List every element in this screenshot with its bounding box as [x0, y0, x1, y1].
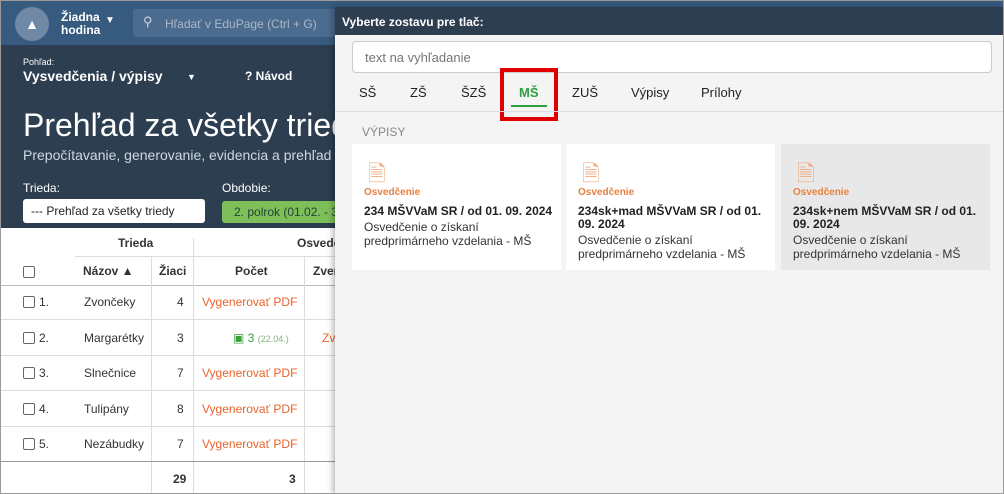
classes-table: Trieda Osvedčenie Názov ▲ Žiaci Počet Zv…	[1, 228, 335, 493]
row-number: 4.	[39, 402, 50, 416]
student-count: 7	[177, 437, 184, 451]
pdf-date: (22.04.)	[257, 334, 289, 344]
row-number: 5.	[39, 437, 50, 451]
column-published[interactable]: Zverejnené	[313, 264, 335, 278]
current-hour-label[interactable]: Žiadna hodina	[61, 11, 105, 37]
highlight-box	[500, 68, 558, 121]
app-frame: ▲ Žiadna hodina ▼ ⚲ Hľadať v EduPage (Ct…	[0, 0, 1004, 494]
generate-pdf-link[interactable]: Vygenerovať PDF	[202, 437, 297, 451]
dialog-title: Vyberte zostavu pre tlač:	[342, 15, 484, 29]
report-card[interactable]: 🗎 Osvedčenie 234 MŠVVaM SR / od 01. 09. …	[352, 144, 561, 270]
tab-attachments[interactable]: Prílohy	[701, 85, 741, 100]
help-icon: ?	[245, 69, 256, 83]
report-type: Osvedčenie	[364, 187, 421, 198]
class-name[interactable]: Slnečnice	[84, 366, 136, 380]
column-students[interactable]: Žiaci	[159, 264, 186, 278]
print-report-dialog: Vyberte zostavu pre tlač: SŠ ZŠ ŠZŠ MŠ Z…	[335, 7, 1003, 493]
generate-pdf-link[interactable]: Vygenerovať PDF	[202, 295, 297, 309]
report-search-input[interactable]	[352, 41, 992, 73]
row-checkbox[interactable]	[23, 403, 35, 415]
section-heading: VÝPISY	[362, 125, 406, 139]
row-checkbox[interactable]	[23, 296, 35, 308]
guide-link[interactable]: ? Návod	[245, 69, 292, 83]
tab-szs[interactable]: ŠZŠ	[461, 85, 486, 100]
global-search-placeholder: Hľadať v EduPage (Ctrl + G)	[165, 17, 317, 31]
page-title: Prehľad za všetky triedy	[23, 107, 365, 143]
tab-divider	[335, 111, 1003, 112]
report-card[interactable]: 🗎 Osvedčenie 234sk+mad MŠVVaM SR / od 01…	[566, 144, 775, 270]
search-icon: ⚲	[143, 14, 153, 29]
report-name: 234sk+nem MŠVVaM SR / od 01. 09. 2024	[793, 204, 977, 231]
tab-ss[interactable]: SŠ	[359, 85, 376, 100]
generate-pdf-link[interactable]: Vygenerovať PDF	[202, 402, 297, 416]
class-select[interactable]: --- Prehľad za všetky triedy	[23, 199, 205, 223]
class-name[interactable]: Nezábudky	[84, 437, 144, 451]
row-number: 2.	[39, 331, 50, 345]
view-label: Pohľad:	[23, 57, 55, 67]
row-checkbox[interactable]	[23, 332, 35, 344]
class-name[interactable]: Tulipány	[84, 402, 129, 416]
student-count: 4	[177, 295, 184, 309]
period-select[interactable]: 2. polrok (01.02. - 31.08.)	[222, 201, 335, 223]
class-name[interactable]: Zvončeky	[84, 295, 135, 309]
group-header-cert: Osvedčenie	[297, 236, 335, 250]
report-description: Osvedčenie o získaní predprimárneho vzde…	[578, 233, 746, 261]
student-count: 3	[177, 331, 184, 345]
pdf-count-value: 3	[247, 331, 255, 345]
tab-statements[interactable]: Výpisy	[631, 85, 669, 100]
graduation-cap-icon[interactable]: ▲	[15, 7, 49, 41]
report-description: Osvedčenie o získaní predprimárneho vzde…	[793, 233, 961, 261]
column-count[interactable]: Počet	[235, 264, 268, 278]
select-all-checkbox[interactable]	[23, 266, 35, 278]
row-number: 3.	[39, 366, 50, 380]
report-type: Osvedčenie	[578, 187, 635, 198]
chevron-down-icon[interactable]: ▼	[187, 72, 196, 82]
class-name[interactable]: Margarétky	[84, 331, 144, 345]
total-students: 29	[173, 472, 187, 486]
student-count: 8	[177, 402, 184, 416]
published-link[interactable]: Zv	[322, 331, 335, 345]
row-checkbox[interactable]	[23, 438, 35, 450]
pdf-count[interactable]: ▣ 3 (22.04.)	[233, 331, 289, 345]
tab-zs[interactable]: ZŠ	[410, 85, 427, 100]
page-header: Pohľad: Vysvedčenia / výpisy ▼ ? Návod P…	[1, 45, 365, 228]
group-header-class: Trieda	[118, 236, 154, 250]
period-label: Obdobie:	[222, 181, 271, 195]
report-name: 234 MŠVVaM SR / od 01. 09. 2024	[364, 204, 553, 218]
class-label: Trieda:	[23, 181, 60, 195]
tab-zus[interactable]: ZUŠ	[572, 85, 598, 100]
generate-pdf-link[interactable]: Vygenerovať PDF	[202, 366, 297, 380]
column-name[interactable]: Názov ▲	[83, 264, 134, 278]
report-description: Osvedčenie o získaní predprimárneho vzde…	[364, 220, 532, 248]
guide-label: Návod	[255, 69, 293, 83]
report-type: Osvedčenie	[793, 187, 850, 198]
chevron-down-icon[interactable]: ▼	[105, 15, 115, 26]
total-count: 3	[289, 472, 296, 486]
row-checkbox[interactable]	[23, 367, 35, 379]
dialog-header: Vyberte zostavu pre tlač:	[335, 7, 1003, 35]
page-subtitle: Prepočítavanie, generovanie, evidencia a…	[23, 147, 332, 163]
global-search[interactable]: ⚲ Hľadať v EduPage (Ctrl + G)	[133, 9, 353, 37]
row-number: 1.	[39, 295, 50, 309]
student-count: 7	[177, 366, 184, 380]
report-name: 234sk+mad MŠVVaM SR / od 01. 09. 2024	[578, 204, 762, 231]
report-card[interactable]: 🗎 Osvedčenie 234sk+nem MŠVVaM SR / od 01…	[781, 144, 990, 270]
pdf-file-icon: ▣	[233, 331, 248, 345]
view-selector[interactable]: Vysvedčenia / výpisy	[23, 68, 163, 84]
